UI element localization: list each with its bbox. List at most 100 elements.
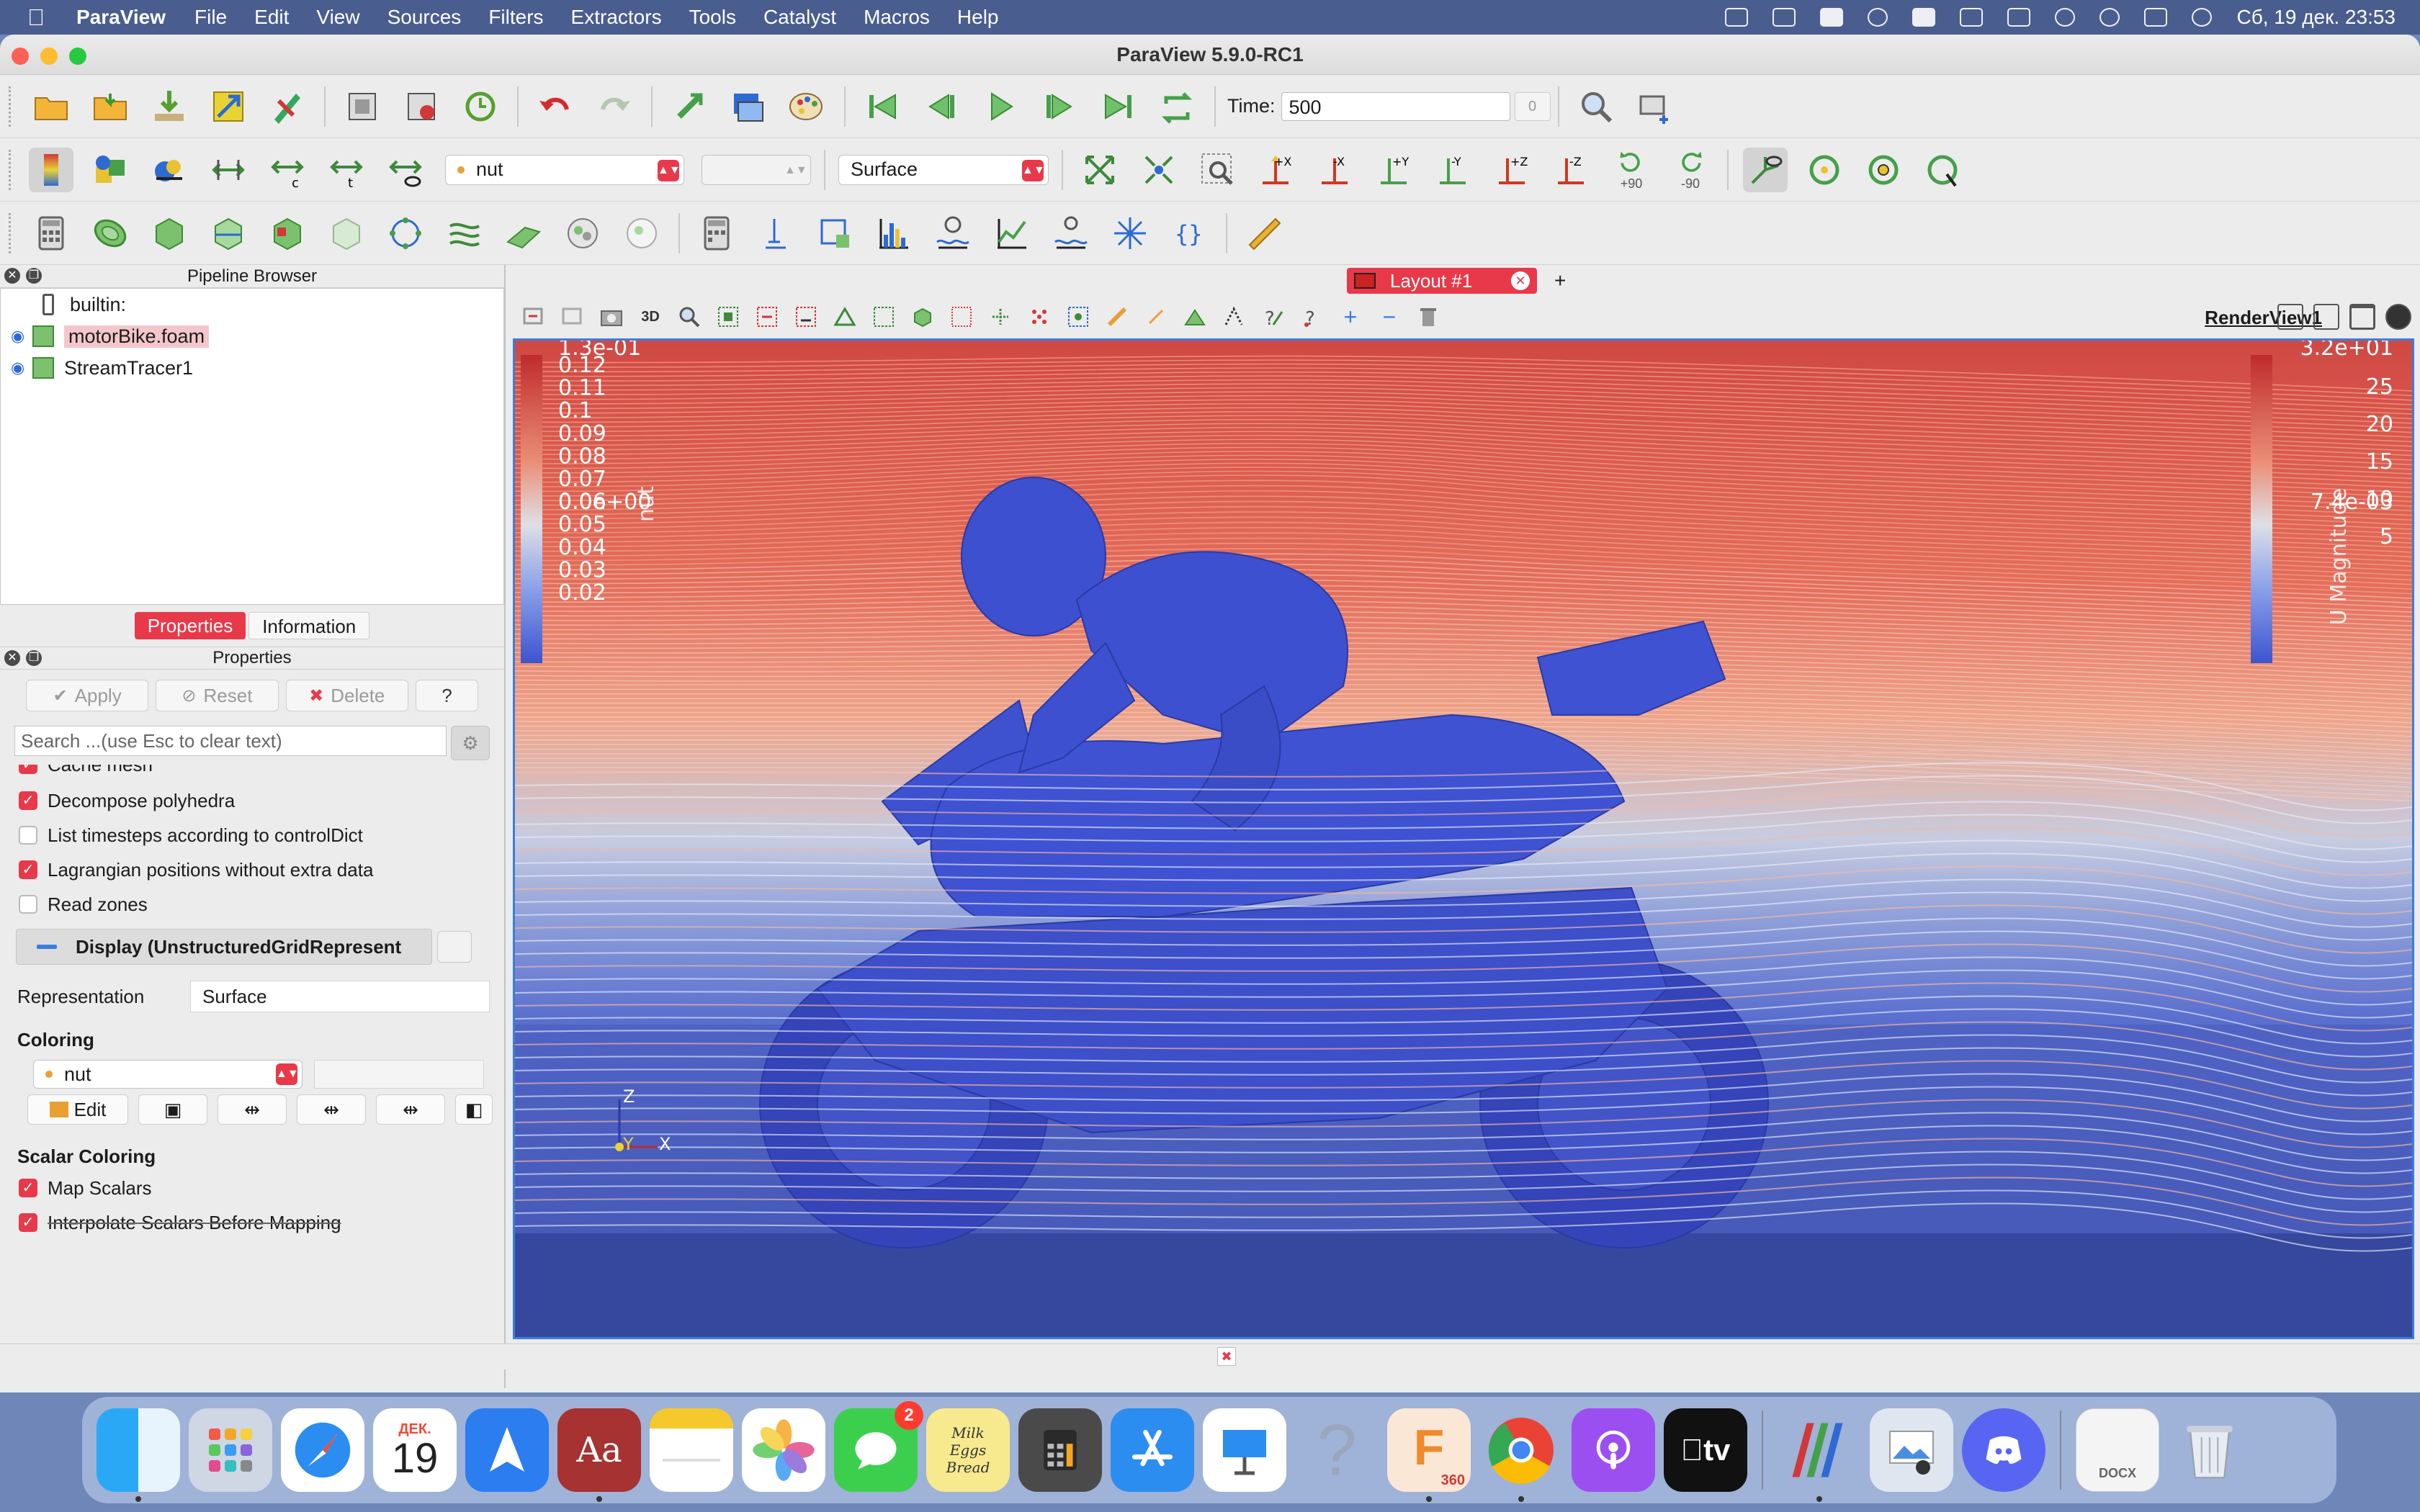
checkbox-checked-icon[interactable]: ✓ [19, 791, 37, 810]
representation-select[interactable]: Surface [190, 981, 490, 1012]
next-frame-icon[interactable] [1037, 84, 1082, 129]
messages-icon[interactable]: 2 [834, 1401, 923, 1492]
tab-properties[interactable]: Properties [134, 612, 246, 639]
open-file-icon[interactable] [29, 84, 73, 129]
toggle-color-legend-icon[interactable] [29, 147, 73, 192]
time-value-input[interactable]: 500 [1281, 91, 1510, 121]
interpolate-scalars-row[interactable]: ✓ Interpolate Scalars Before Mapping [0, 1205, 504, 1240]
interact-center-icon[interactable] [1920, 148, 1965, 192]
menu-extractors[interactable]: Extractors [571, 6, 662, 29]
previous-frame-icon[interactable] [919, 84, 964, 129]
discord-icon[interactable] [1962, 1408, 2045, 1492]
float-dock-icon[interactable]: ❐ [26, 268, 42, 284]
calculator-icon[interactable] [29, 211, 73, 256]
select-blocks-icon[interactable] [908, 302, 937, 331]
close-tab-icon[interactable]: ✕ [1511, 271, 1530, 290]
close-dock-icon[interactable]: ✕ [4, 268, 20, 284]
menu-sources[interactable]: Sources [387, 6, 462, 29]
coloring-component-combo[interactable] [314, 1060, 484, 1089]
reset-button[interactable]: ⊘ Reset [156, 680, 279, 711]
help-button[interactable]: ? [415, 680, 478, 711]
tab-information[interactable]: Information [248, 612, 370, 639]
view-plus-x-icon[interactable]: +X [1255, 148, 1299, 192]
help-app-icon[interactable]: ? [1295, 1408, 1379, 1492]
visibility-eye-icon[interactable]: ◉ [11, 359, 32, 377]
checkbox-checked-icon[interactable]: ✓ [19, 765, 37, 774]
view-minus-z-icon[interactable]: -Z [1550, 148, 1595, 192]
histogram-icon[interactable] [871, 211, 916, 256]
coloring-array-combo[interactable]: nut ▲▼ [33, 1060, 302, 1089]
toggle-3d-button[interactable]: 3D [636, 302, 665, 331]
extract-selection-icon[interactable] [1180, 302, 1209, 331]
wifi-icon[interactable] [2055, 8, 2076, 27]
rescale-custom-c-icon[interactable]: c [265, 148, 310, 192]
menu-view[interactable]: View [316, 6, 359, 29]
view-minus-y-icon[interactable]: -Y [1432, 148, 1476, 192]
rescale-temporal-icon[interactable]: t [324, 148, 369, 192]
plot-over-line-icon[interactable] [812, 211, 857, 256]
rotate-plus-90-icon[interactable]: +90 [1609, 148, 1654, 192]
query-selection-icon[interactable]: ? [1258, 302, 1287, 331]
menu-catalyst[interactable]: Catalyst [763, 6, 836, 29]
find-data-query-icon[interactable]: ? [1297, 302, 1326, 331]
menu-tools[interactable]: Tools [689, 6, 736, 29]
properties-search-input[interactable]: Search ...(use Esc to clear text) [14, 726, 447, 756]
visibility-eye-icon[interactable]: ◉ [11, 327, 32, 346]
app-store-icon[interactable] [1111, 1408, 1194, 1492]
select-cells-on-icon[interactable] [714, 302, 743, 331]
interactive-select-points-icon[interactable] [986, 302, 1015, 331]
zoom-window-button[interactable] [69, 48, 86, 65]
color-palette-icon[interactable] [785, 84, 830, 129]
select-points-through-icon[interactable] [830, 302, 859, 331]
checkbox-checked-icon[interactable]: ✓ [19, 860, 37, 879]
menu-clock[interactable]: Сб, 19 дек. 23:53 [2236, 6, 2396, 29]
rescale-visible-button[interactable]: ⇹ [376, 1094, 445, 1125]
close-window-button[interactable] [12, 48, 29, 65]
spotlight-search-icon[interactable] [2099, 8, 2120, 27]
bluetooth-off-icon[interactable] [1960, 8, 1984, 27]
keynote-icon[interactable] [1203, 1408, 1286, 1492]
pipeline-item-builtin[interactable]: builtin: [1, 289, 503, 320]
stream-tracer-icon[interactable] [442, 211, 487, 256]
lagrangian-positions-row[interactable]: ✓ Lagrangian positions without extra data [0, 852, 504, 887]
edit-colormap-button[interactable]: Edit [27, 1094, 128, 1125]
particle-tracer-icon[interactable] [1108, 211, 1152, 256]
checkbox-unchecked-icon[interactable] [19, 826, 37, 845]
find-data-icon[interactable] [667, 84, 712, 129]
paraview-icon[interactable] [1778, 1408, 1861, 1502]
display-icon[interactable] [1725, 8, 1749, 27]
checkbox-unchecked-icon[interactable] [19, 895, 37, 914]
display-section-header[interactable]: Display (UnstructuredGridRepresent [16, 929, 472, 965]
color-array-combo[interactable]: nut ▲▼ [445, 154, 684, 185]
control-center-icon[interactable] [2144, 8, 2168, 27]
extract-level-icon[interactable] [619, 211, 664, 256]
close-status-icon[interactable]: ✖ [1217, 1347, 1236, 1366]
apple-tv-icon[interactable]: tv [1664, 1408, 1747, 1492]
reset-center-icon[interactable] [1802, 148, 1847, 192]
close-view-icon[interactable] [2385, 304, 2411, 330]
split-vertical-icon[interactable] [2313, 304, 2339, 330]
probe-location-icon[interactable] [753, 211, 798, 256]
trace-icon[interactable] [399, 84, 444, 129]
fusion-360-icon[interactable]: F 360 [1387, 1408, 1471, 1502]
pipeline-item-streamtracer[interactable]: ◉ StreamTracer1 [1, 352, 503, 384]
python-shell-icon[interactable] [340, 84, 385, 129]
reset-camera-view-icon[interactable] [519, 302, 548, 331]
view-plus-z-icon[interactable]: +Z [1491, 148, 1536, 192]
group-datasets-icon[interactable] [560, 211, 605, 256]
menu-filters[interactable]: Filters [488, 6, 543, 29]
podcasts-icon[interactable] [1572, 1408, 1655, 1492]
zoom-to-box-icon[interactable] [1196, 148, 1240, 192]
calendar-icon[interactable]: ДЕК. 19 [373, 1408, 457, 1492]
menu-edit[interactable]: Edit [254, 6, 289, 29]
contour-icon[interactable] [88, 211, 133, 256]
load-state-icon[interactable] [147, 84, 192, 129]
reset-camera-closest-icon[interactable] [1137, 148, 1181, 192]
chrome-icon[interactable] [1479, 1408, 1563, 1502]
play-icon[interactable] [1868, 8, 1888, 27]
split-horizontal-icon[interactable] [2277, 304, 2303, 330]
choose-preset-button[interactable]: ◧ [455, 1094, 493, 1125]
maximize-view-icon[interactable] [2349, 304, 2375, 330]
siri-icon[interactable] [2192, 8, 2213, 27]
stickies-icon[interactable]: Milk Eggs Bread [926, 1408, 1010, 1492]
